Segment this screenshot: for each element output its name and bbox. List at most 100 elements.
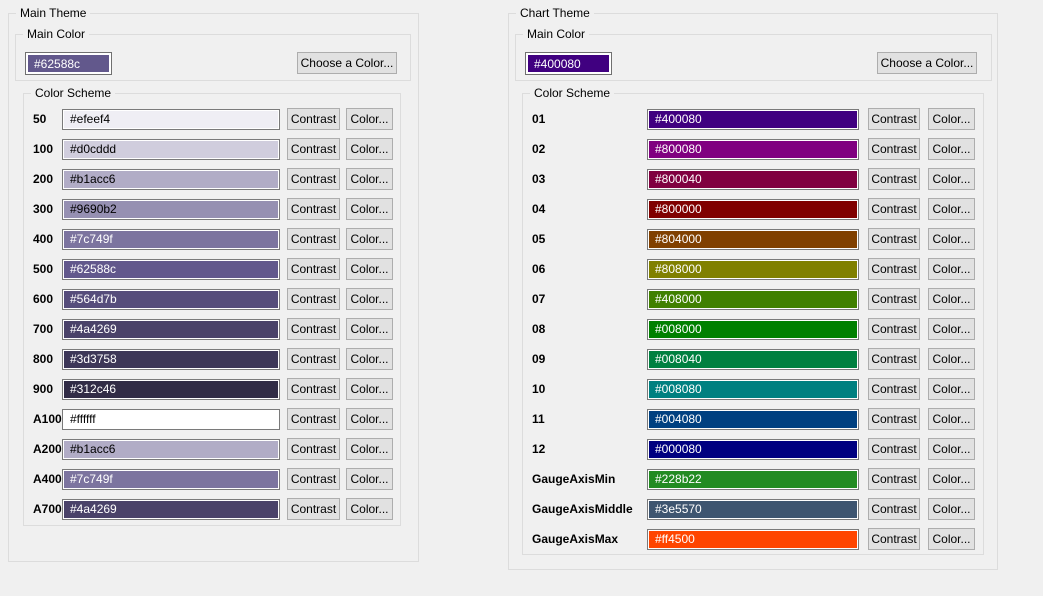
- row-label: 09: [532, 352, 647, 366]
- contrast-button[interactable]: Contrast: [868, 288, 920, 310]
- contrast-button[interactable]: Contrast: [868, 498, 920, 520]
- color-swatch: #4a4269: [62, 499, 280, 520]
- main-color-swatch: #62588c: [25, 52, 112, 75]
- contrast-button[interactable]: Contrast: [287, 168, 340, 190]
- color-swatch: #62588c: [62, 259, 280, 280]
- color-swatch: #d0cddd: [62, 139, 280, 160]
- color-button[interactable]: Color...: [928, 468, 975, 490]
- color-button[interactable]: Color...: [346, 288, 393, 310]
- color-swatch: #804000: [647, 229, 859, 250]
- row-label: GaugeAxisMiddle: [532, 502, 647, 516]
- row-label: 06: [532, 262, 647, 276]
- color-button[interactable]: Color...: [346, 348, 393, 370]
- color-button[interactable]: Color...: [346, 408, 393, 430]
- scheme-row: 07 #408000 Contrast Color...: [532, 284, 983, 314]
- color-button[interactable]: Color...: [928, 408, 975, 430]
- scheme-row: 200 #b1acc6 Contrast Color...: [33, 164, 400, 194]
- color-swatch: #7c749f: [62, 229, 280, 250]
- contrast-button[interactable]: Contrast: [287, 468, 340, 490]
- contrast-button[interactable]: Contrast: [868, 108, 920, 130]
- contrast-button[interactable]: Contrast: [287, 498, 340, 520]
- contrast-button[interactable]: Contrast: [287, 438, 340, 460]
- color-button[interactable]: Color...: [928, 378, 975, 400]
- color-button[interactable]: Color...: [928, 438, 975, 460]
- color-button[interactable]: Color...: [346, 138, 393, 160]
- contrast-button[interactable]: Contrast: [287, 318, 340, 340]
- contrast-button[interactable]: Contrast: [868, 348, 920, 370]
- row-label: 600: [33, 292, 62, 306]
- row-label: 400: [33, 232, 62, 246]
- color-button[interactable]: Color...: [346, 498, 393, 520]
- row-label: 12: [532, 442, 647, 456]
- scheme-row: 03 #800040 Contrast Color...: [532, 164, 983, 194]
- scheme-row: 50 #efeef4 Contrast Color...: [33, 104, 400, 134]
- scheme-row: 400 #7c749f Contrast Color...: [33, 224, 400, 254]
- scheme-row: 11 #004080 Contrast Color...: [532, 404, 983, 434]
- contrast-button[interactable]: Contrast: [868, 198, 920, 220]
- choose-color-button[interactable]: Choose a Color...: [297, 52, 397, 74]
- row-label: A700: [33, 502, 62, 516]
- main-color-title: Main Color: [23, 27, 89, 42]
- contrast-button[interactable]: Contrast: [287, 258, 340, 280]
- color-button[interactable]: Color...: [346, 228, 393, 250]
- color-button[interactable]: Color...: [346, 438, 393, 460]
- row-label: 04: [532, 202, 647, 216]
- choose-color-button[interactable]: Choose a Color...: [877, 52, 977, 74]
- contrast-button[interactable]: Contrast: [287, 288, 340, 310]
- contrast-button[interactable]: Contrast: [868, 318, 920, 340]
- contrast-button[interactable]: Contrast: [287, 228, 340, 250]
- row-label: 07: [532, 292, 647, 306]
- color-button[interactable]: Color...: [346, 108, 393, 130]
- row-label: 200: [33, 172, 62, 186]
- color-button[interactable]: Color...: [928, 528, 975, 550]
- color-button[interactable]: Color...: [928, 498, 975, 520]
- color-button[interactable]: Color...: [346, 198, 393, 220]
- scheme-row: 05 #804000 Contrast Color...: [532, 224, 983, 254]
- color-button[interactable]: Color...: [928, 138, 975, 160]
- color-swatch: #008000: [647, 319, 859, 340]
- contrast-button[interactable]: Contrast: [868, 168, 920, 190]
- scheme-row: A700 #4a4269 Contrast Color...: [33, 494, 400, 524]
- color-button[interactable]: Color...: [928, 198, 975, 220]
- color-button[interactable]: Color...: [928, 228, 975, 250]
- contrast-button[interactable]: Contrast: [868, 528, 920, 550]
- contrast-button[interactable]: Contrast: [287, 198, 340, 220]
- contrast-button[interactable]: Contrast: [868, 378, 920, 400]
- row-label: GaugeAxisMin: [532, 472, 647, 486]
- row-label: 900: [33, 382, 62, 396]
- color-button[interactable]: Color...: [928, 288, 975, 310]
- scheme-row: 04 #800000 Contrast Color...: [532, 194, 983, 224]
- color-button[interactable]: Color...: [346, 468, 393, 490]
- contrast-button[interactable]: Contrast: [287, 408, 340, 430]
- scheme-row: 08 #008000 Contrast Color...: [532, 314, 983, 344]
- color-swatch: #564d7b: [62, 289, 280, 310]
- row-label: 08: [532, 322, 647, 336]
- scheme-row: A400 #7c749f Contrast Color...: [33, 464, 400, 494]
- contrast-button[interactable]: Contrast: [868, 138, 920, 160]
- contrast-button[interactable]: Contrast: [868, 438, 920, 460]
- row-label: 50: [33, 112, 62, 126]
- color-button[interactable]: Color...: [346, 378, 393, 400]
- color-button[interactable]: Color...: [928, 108, 975, 130]
- color-button[interactable]: Color...: [346, 258, 393, 280]
- contrast-button[interactable]: Contrast: [287, 378, 340, 400]
- scheme-row: 900 #312c46 Contrast Color...: [33, 374, 400, 404]
- color-button[interactable]: Color...: [928, 348, 975, 370]
- scheme-row: GaugeAxisMiddle #3e5570 Contrast Color..…: [532, 494, 983, 524]
- color-button[interactable]: Color...: [928, 258, 975, 280]
- color-swatch: #808000: [647, 259, 859, 280]
- contrast-button[interactable]: Contrast: [868, 258, 920, 280]
- contrast-button[interactable]: Contrast: [868, 228, 920, 250]
- scheme-row: 500 #62588c Contrast Color...: [33, 254, 400, 284]
- contrast-button[interactable]: Contrast: [868, 408, 920, 430]
- color-button[interactable]: Color...: [346, 168, 393, 190]
- color-button[interactable]: Color...: [346, 318, 393, 340]
- chart-theme-title: Chart Theme: [516, 6, 594, 21]
- color-button[interactable]: Color...: [928, 318, 975, 340]
- contrast-button[interactable]: Contrast: [287, 348, 340, 370]
- color-swatch: #800000: [647, 199, 859, 220]
- contrast-button[interactable]: Contrast: [868, 468, 920, 490]
- contrast-button[interactable]: Contrast: [287, 138, 340, 160]
- contrast-button[interactable]: Contrast: [287, 108, 340, 130]
- color-button[interactable]: Color...: [928, 168, 975, 190]
